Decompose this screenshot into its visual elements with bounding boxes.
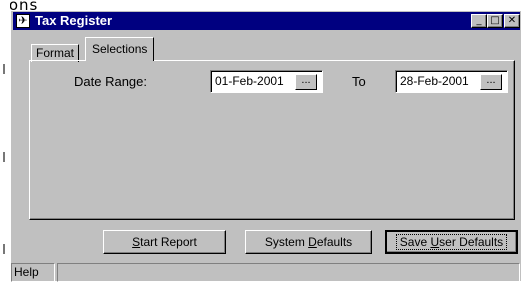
save-user-defaults-button[interactable]: Save User Defaults	[385, 230, 518, 254]
save-user-defaults-focus: Save User Defaults	[395, 234, 508, 250]
system-defaults-button[interactable]: System Defaults	[245, 230, 372, 254]
system-defaults-accel: D	[308, 235, 317, 249]
status-help: Help	[11, 263, 55, 282]
date-range-label: Date Range:	[74, 74, 147, 89]
background-tick	[3, 244, 5, 254]
start-report-post: tart Report	[140, 235, 197, 249]
tab-selections[interactable]: Selections	[85, 37, 155, 61]
background-tick	[3, 152, 5, 162]
to-label: To	[352, 74, 366, 89]
start-report-accel: S	[132, 235, 141, 249]
date-to-lookup-button[interactable]: ...	[480, 74, 502, 90]
date-from-field[interactable]: 01-Feb-2001 ...	[210, 70, 323, 93]
maximize-button[interactable]: □	[487, 14, 503, 28]
status-bar: Help	[11, 261, 521, 282]
title-bar[interactable]: ✈ Tax Register _ □ ✕	[13, 12, 520, 30]
start-report-button[interactable]: Start Report	[103, 230, 226, 254]
background-left-strip	[0, 0, 10, 281]
background-tick	[3, 64, 5, 74]
close-button[interactable]: ✕	[504, 14, 520, 28]
save-user-defaults-pre: Save	[399, 235, 431, 249]
status-message	[57, 263, 520, 282]
date-from-lookup-button[interactable]: ...	[295, 74, 317, 90]
system-defaults-pre: System	[264, 235, 309, 249]
minimize-button[interactable]: _	[471, 14, 487, 28]
save-user-defaults-accel: U	[430, 235, 440, 249]
system-defaults-post: efaults	[316, 235, 353, 249]
date-to-value: 28-Feb-2001	[400, 74, 469, 88]
save-user-defaults-post: ser Defaults	[439, 235, 504, 249]
selections-panel: Date Range: 01-Feb-2001 ... To 28-Feb-20…	[29, 60, 515, 220]
tax-register-window: ✈ Tax Register _ □ ✕ Format Selections D…	[10, 10, 521, 282]
date-to-field[interactable]: 28-Feb-2001 ...	[395, 70, 508, 93]
window-title: Tax Register	[35, 13, 113, 28]
background-text: rons	[0, 0, 521, 10]
app-icon[interactable]: ✈	[16, 14, 30, 28]
date-from-value: 01-Feb-2001	[215, 74, 284, 88]
